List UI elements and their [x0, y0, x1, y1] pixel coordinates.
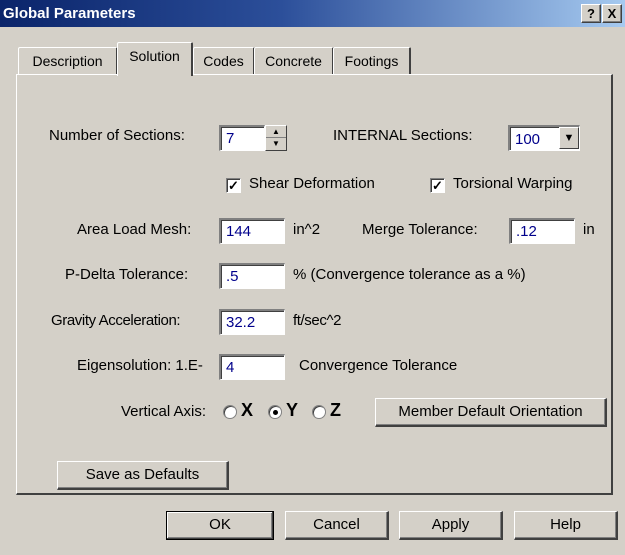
merge-tolerance-input[interactable]: .12 [509, 218, 575, 244]
axis-z-radio[interactable] [312, 405, 326, 419]
merge-tolerance-unit: in [583, 221, 595, 238]
solution-panel: Number of Sections: 7 ▲ ▼ INTERNAL Secti… [16, 74, 613, 495]
gravity-acceleration-input[interactable]: 32.2 [219, 309, 285, 335]
shear-deformation-label: Shear Deformation [249, 175, 375, 192]
gravity-acceleration-label: Gravity Acceleration: [51, 312, 181, 329]
eigensolution-input[interactable]: 4 [219, 354, 285, 380]
help-icon[interactable]: ? [581, 4, 601, 23]
spin-down-icon[interactable]: ▼ [266, 138, 286, 150]
save-as-defaults-button[interactable]: Save as Defaults [57, 461, 229, 490]
tab-codes[interactable]: Codes [193, 47, 255, 75]
area-load-mesh-label: Area Load Mesh: [77, 221, 192, 238]
close-icon[interactable]: X [602, 4, 622, 23]
area-load-mesh-unit: in^2 [293, 221, 321, 238]
pdelta-tolerance-label: P-Delta Tolerance: [65, 266, 189, 283]
sections-label: Number of Sections: [49, 127, 185, 144]
vertical-axis-label: Vertical Axis: [121, 403, 207, 420]
help-button[interactable]: Help [514, 511, 618, 540]
sections-spinner[interactable]: ▲ ▼ [265, 125, 287, 151]
spin-up-icon[interactable]: ▲ [266, 126, 286, 138]
shear-deformation-checkbox[interactable]: ✓ [226, 178, 241, 193]
axis-y-label: Y [286, 400, 299, 420]
eigensolution-note: Convergence Tolerance [299, 357, 458, 374]
internal-sections-label: INTERNAL Sections: [333, 127, 473, 144]
member-default-orientation-button[interactable]: Member Default Orientation [375, 398, 607, 427]
internal-sections-select[interactable]: 100 ▼ [508, 125, 580, 151]
apply-button[interactable]: Apply [399, 511, 503, 540]
sections-input[interactable]: 7 [219, 125, 265, 151]
merge-tolerance-label: Merge Tolerance: [362, 221, 478, 238]
axis-z-label: Z [330, 400, 341, 420]
internal-sections-value: 100 [515, 131, 541, 148]
cancel-button[interactable]: Cancel [285, 511, 389, 540]
ok-button[interactable]: OK [166, 511, 274, 540]
gravity-acceleration-unit: ft/sec^2 [293, 312, 342, 329]
pdelta-tolerance-input[interactable]: .5 [219, 263, 285, 289]
chevron-down-icon[interactable]: ▼ [559, 127, 579, 149]
title-bar: Global Parameters ? X [0, 0, 625, 27]
axis-y-radio[interactable] [268, 405, 282, 419]
window-title: Global Parameters [3, 5, 136, 22]
pdelta-tolerance-note: % (Convergence tolerance as a %) [293, 266, 526, 283]
axis-x-radio[interactable] [223, 405, 237, 419]
area-load-mesh-input[interactable]: 144 [219, 218, 285, 244]
axis-x-label: X [241, 400, 254, 420]
tab-description[interactable]: Description [18, 47, 118, 75]
eigensolution-label: Eigensolution: 1.E- [77, 357, 203, 374]
radio-selected-dot [273, 410, 278, 415]
tab-concrete[interactable]: Concrete [254, 47, 334, 75]
tab-solution[interactable]: Solution [117, 42, 193, 76]
torsional-warping-label: Torsional Warping [453, 175, 573, 192]
tab-footings[interactable]: Footings [333, 47, 411, 75]
torsional-warping-checkbox[interactable]: ✓ [430, 178, 445, 193]
